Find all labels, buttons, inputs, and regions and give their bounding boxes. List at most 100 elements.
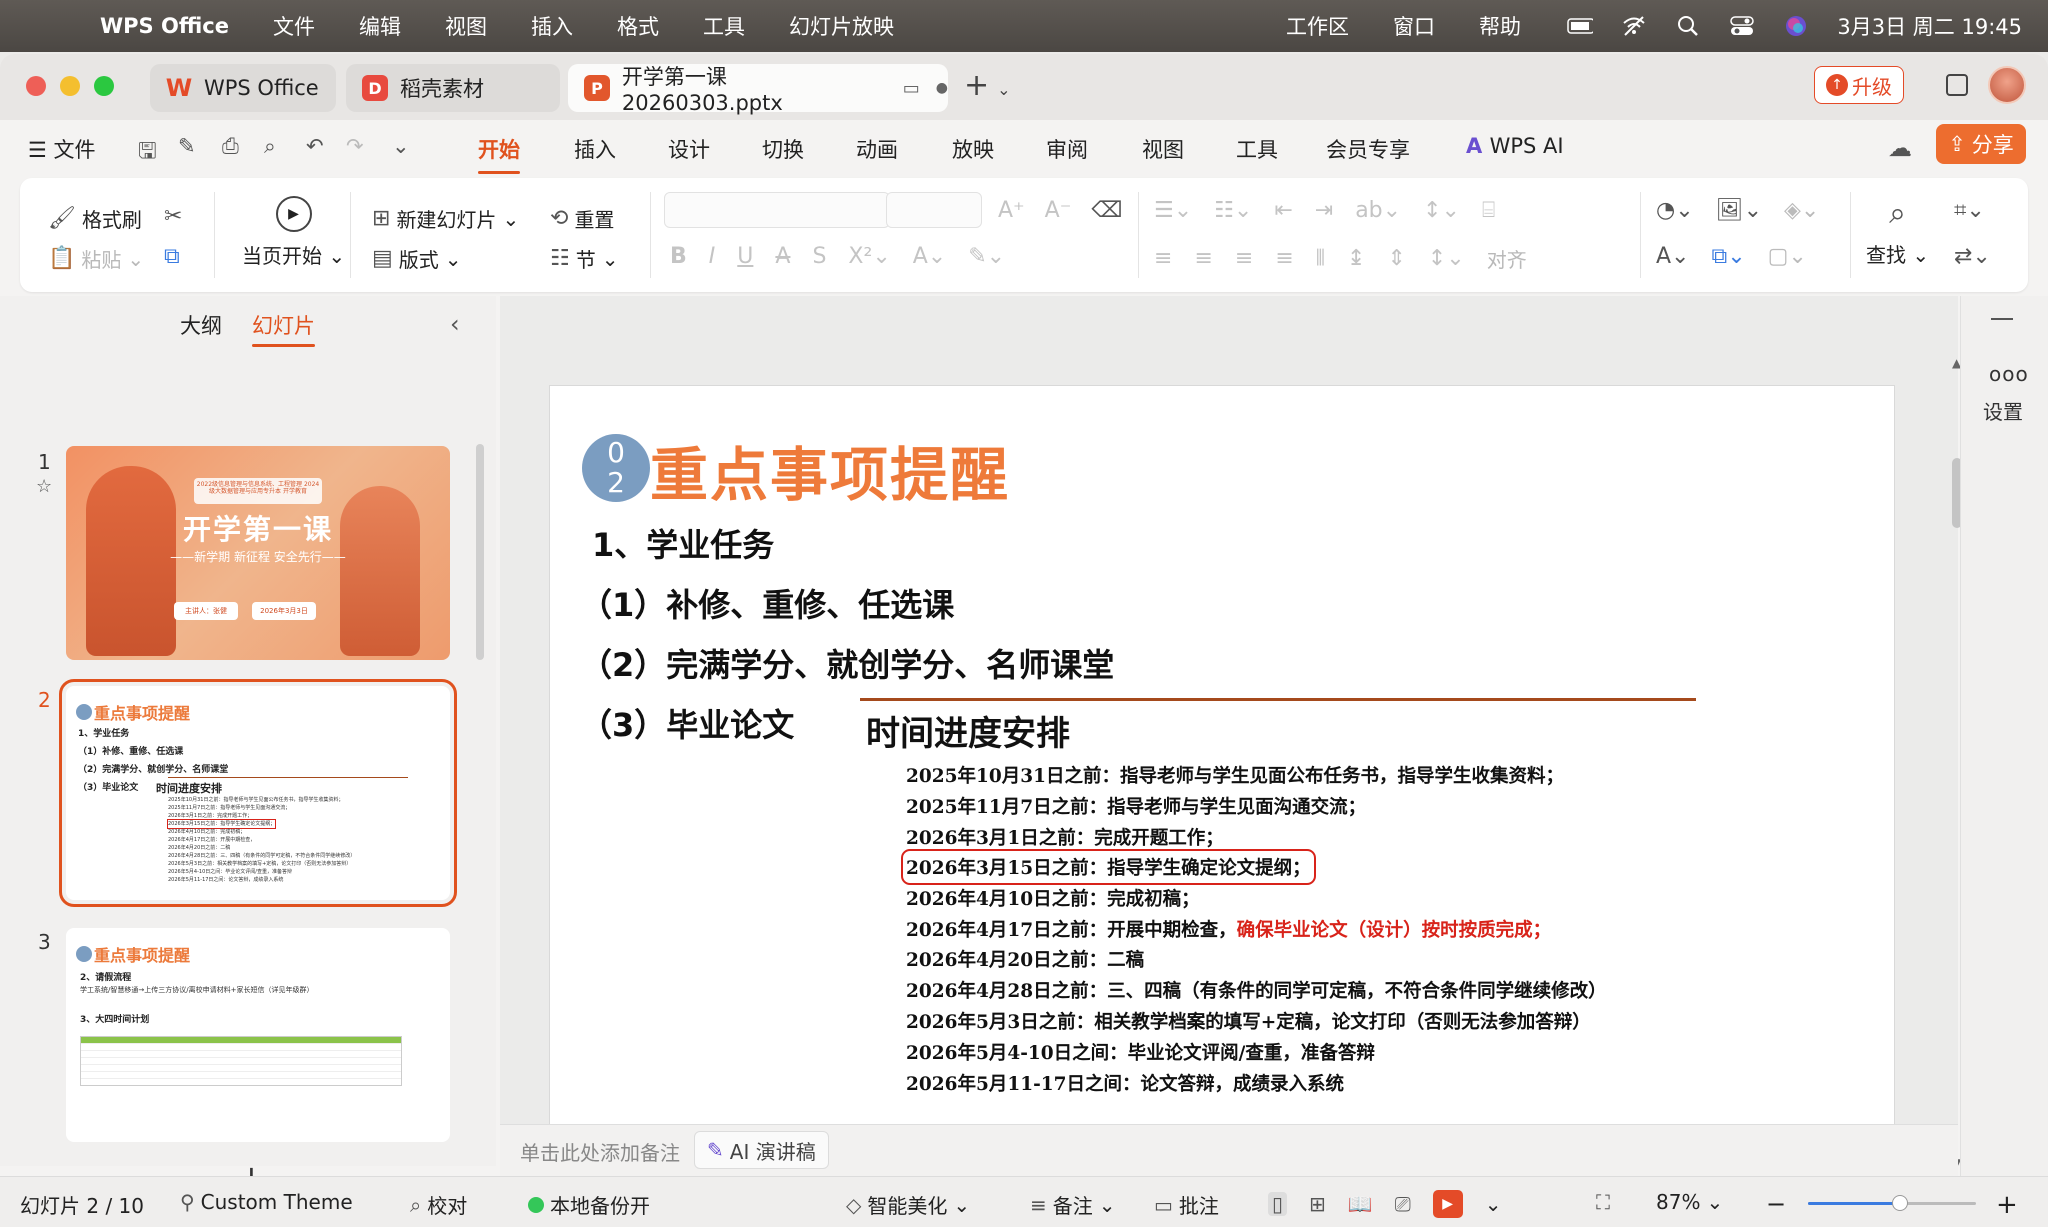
shapes-icon[interactable]: ◔⌄ — [1656, 198, 1694, 223]
siri-icon[interactable] — [1783, 13, 1809, 39]
copy-button[interactable]: ⧉ — [164, 244, 180, 269]
slide-thumbnail-2[interactable]: 重点事项提醒 1、学业任务 （1）补修、重修、任选课 （2）完满学分、就创学分、… — [59, 679, 457, 907]
tab-insert[interactable]: 插入 — [574, 134, 616, 164]
arrange-icon[interactable]: ⧉⌄ — [1711, 244, 1745, 269]
tab-membership[interactable]: 会员专享 — [1326, 134, 1410, 164]
italic-icon[interactable]: I — [709, 244, 716, 269]
new-tab-button[interactable]: + ⌄ — [964, 68, 1011, 103]
notes-placeholder[interactable]: 单击此处添加备注 — [520, 1137, 680, 1166]
window-layout-icon[interactable] — [1946, 74, 1968, 96]
menu-app-name[interactable]: WPS Office — [100, 14, 229, 38]
menu-format[interactable]: 格式 — [617, 11, 659, 41]
outdent-icon[interactable]: ⇤ — [1274, 198, 1292, 223]
reset-button[interactable]: ⟲ 重置 — [550, 204, 614, 233]
tab-outline[interactable]: 大纲 — [180, 310, 222, 347]
numbered-list-icon[interactable]: ☷⌄ — [1214, 198, 1252, 223]
menu-help[interactable]: 帮助 — [1479, 11, 1521, 41]
tab-review[interactable]: 审阅 — [1046, 134, 1088, 164]
print-preview-icon[interactable]: ⌕ — [264, 134, 276, 159]
tab-tools[interactable]: 工具 — [1236, 134, 1278, 164]
proofread-button[interactable]: ⌕ 校对 — [410, 1190, 467, 1219]
close-window-button[interactable] — [26, 76, 46, 96]
upgrade-button[interactable]: ↑ 升级 — [1814, 66, 1904, 104]
menu-file[interactable]: 文件 — [273, 11, 315, 41]
schedule-line[interactable]: 2026年4月20日之前：二稿 — [906, 946, 1144, 972]
shadow-icon[interactable]: S — [812, 244, 826, 269]
zoom-slider-knob[interactable] — [1892, 1195, 1909, 1211]
menu-window[interactable]: 窗口 — [1393, 11, 1435, 41]
slide-sorter-icon[interactable]: ⊞ — [1309, 1192, 1326, 1216]
font-color-icon[interactable]: A⌄ — [913, 244, 946, 269]
print-icon[interactable]: ⎙ — [222, 134, 239, 159]
line-spacing-icon[interactable]: ↨ — [1347, 246, 1365, 271]
sort-icon[interactable]: ↕⌄ — [1423, 198, 1460, 223]
schedule-title[interactable]: 时间进度安排 — [866, 706, 1070, 755]
increase-font-icon[interactable]: A⁺ — [998, 198, 1025, 223]
font-size-select[interactable] — [886, 192, 982, 228]
tab-wps-office[interactable]: W WPS Office — [150, 64, 336, 112]
menu-slideshow[interactable]: 幻灯片放映 — [789, 11, 894, 41]
settings-button[interactable]: 设置 — [1983, 396, 2023, 425]
slide-thumbnail-3[interactable]: 重点事项提醒 2、请假流程 学工系统/智慧移通→上传三方协议/离校申请材料+家长… — [66, 928, 450, 1142]
underline-icon[interactable]: U — [737, 244, 753, 269]
avatar[interactable] — [1988, 66, 2026, 104]
schedule-line[interactable]: 2026年4月28日之前：三、四稿（有条件的同学可定稿，不符合条件同学继续修改） — [906, 977, 1607, 1003]
align-label[interactable]: 对齐 — [1487, 244, 1527, 273]
text-direction-icon[interactable]: ab⌄ — [1355, 198, 1401, 223]
font-name-select[interactable] — [664, 192, 890, 228]
slide-title[interactable]: 重点事项提醒 — [650, 428, 1010, 512]
zoom-slider[interactable] — [1808, 1195, 1976, 1211]
presenter-view-icon[interactable]: ⎚ — [1395, 1192, 1411, 1216]
heading-1-1[interactable]: （1）补修、重修、任选课 — [580, 580, 954, 626]
collapse-pane-icon[interactable]: ‹ — [450, 310, 460, 338]
play-slideshow-icon[interactable]: ▶ — [1432, 1190, 1463, 1218]
file-menu-button[interactable]: ☰ 文件 — [28, 134, 96, 164]
align-right-icon[interactable]: ≡ — [1235, 246, 1253, 271]
fit-window-icon[interactable]: ⛶ — [1596, 1190, 1610, 1214]
chevron-down-icon[interactable]: ⌄ — [1485, 1192, 1502, 1216]
smart-beautify-button[interactable]: ◇ 智能美化 ⌄ — [846, 1190, 970, 1219]
menu-insert[interactable]: 插入 — [531, 11, 573, 41]
share-button[interactable]: ⇪ 分享 — [1936, 124, 2026, 164]
highlight-icon[interactable]: ✎⌄ — [968, 244, 1005, 269]
indent-icon[interactable]: ⇥ — [1315, 198, 1333, 223]
theme-button[interactable]: ⚲ Custom Theme — [180, 1190, 353, 1214]
more-chevron-icon[interactable]: ⌄ — [392, 134, 410, 158]
tab-animations[interactable]: 动画 — [856, 134, 898, 164]
ai-speech-script-button[interactable]: ✎ AI 演讲稿 — [694, 1131, 829, 1169]
bold-icon[interactable]: B — [670, 244, 687, 269]
schedule-line-highlighted[interactable]: 2026年3月15日之前：指导学生确定论文提纲； — [901, 849, 1316, 885]
outline-icon[interactable]: ▢⌄ — [1768, 244, 1807, 269]
zoom-level[interactable]: 87% ⌄ — [1656, 1190, 1723, 1214]
save-icon[interactable]: 🖫 — [138, 134, 157, 172]
notes-toggle-button[interactable]: ≡ 备注 ⌄ — [1030, 1190, 1116, 1219]
replace-icon[interactable]: ⇄⌄ — [1954, 244, 1991, 269]
bullet-list-icon[interactable]: ☰⌄ — [1154, 198, 1192, 223]
pen-icon[interactable]: ✎ — [178, 134, 196, 158]
tab-daoke[interactable]: D 稻壳素材 — [346, 64, 560, 112]
schedule-line[interactable]: 2026年5月4-10日之间：毕业论文评阅/查重，准备答辩 — [906, 1039, 1375, 1065]
minimize-window-button[interactable] — [60, 76, 80, 96]
reading-view-icon[interactable]: 📖 — [1348, 1192, 1373, 1216]
tab-presentation-file[interactable]: P 开学第一课20260303.pptx ▭ ● — [568, 64, 948, 115]
schedule-line[interactable]: 2025年10月31日之前：指导老师与学生见面公布任务书，指导学生收集资料； — [906, 762, 1564, 788]
picture-icon[interactable]: 🖼⌄ — [1716, 198, 1762, 223]
undo-icon[interactable]: ↶ — [306, 134, 324, 158]
schedule-line[interactable]: 2026年5月3日之前：相关教学档案的填写+定稿，论文打印（否则无法参加答辩） — [906, 1008, 1591, 1034]
schedule-line[interactable]: 2025年11月7日之前：指导老师与学生见面沟通交流； — [906, 793, 1366, 819]
menu-view[interactable]: 视图 — [445, 11, 487, 41]
menu-edit[interactable]: 编辑 — [359, 11, 401, 41]
control-center-icon[interactable] — [1729, 13, 1755, 39]
clear-format-icon[interactable]: ⌫ — [1091, 198, 1122, 223]
new-slide-button[interactable]: ⊞ 新建幻灯片 ⌄ — [372, 204, 519, 233]
text-box-icon[interactable]: ⌸ — [1482, 198, 1495, 223]
tab-home[interactable]: 开始 — [478, 134, 520, 174]
format-painter-button[interactable]: 🖌 格式刷 — [48, 204, 142, 233]
para-spacing-icon[interactable]: ⇕ — [1387, 246, 1405, 271]
redo-icon[interactable]: ↷ — [346, 134, 364, 158]
heading-1-2[interactable]: （2）完满学分、就创学分、名师课堂 — [580, 640, 1114, 686]
slide-canvas[interactable]: 0 2 重点事项提醒 1、学业任务 （1）补修、重修、任选课 （2）完满学分、就… — [550, 386, 1894, 1142]
superscript-icon[interactable]: X²⌄ — [848, 244, 890, 269]
cut-button[interactable]: ✂ — [164, 204, 182, 229]
menu-tools[interactable]: 工具 — [703, 11, 745, 41]
